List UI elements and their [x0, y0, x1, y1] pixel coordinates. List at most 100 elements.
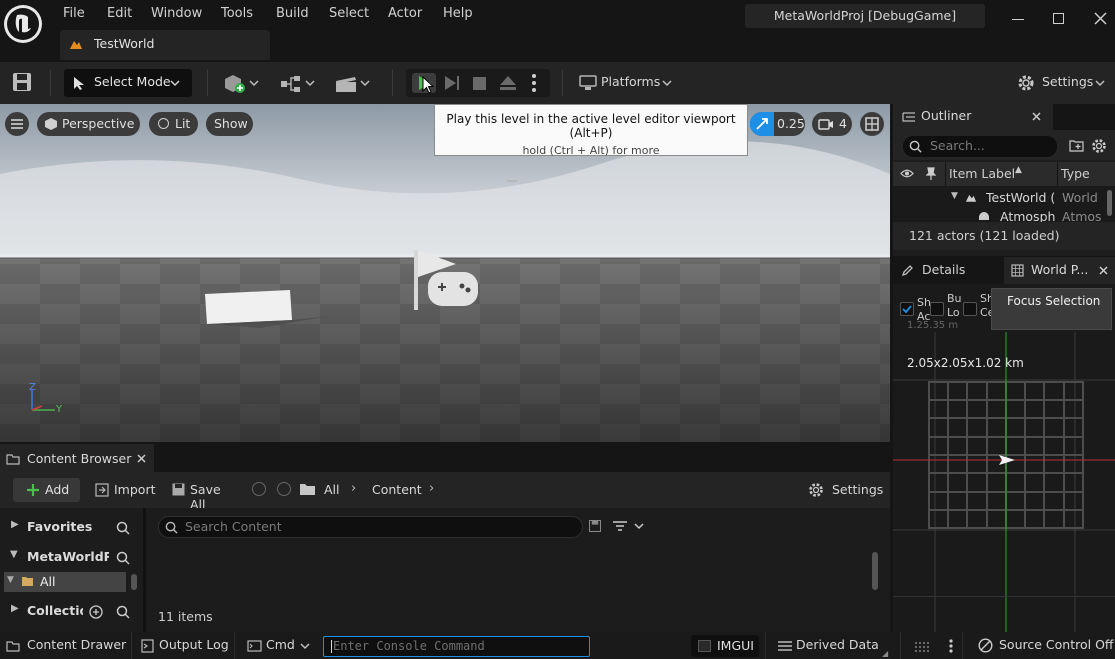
stop-icon[interactable] [473, 77, 486, 90]
back-icon[interactable] [252, 482, 266, 496]
folder-all-label: All [40, 574, 56, 589]
search-content-input[interactable]: Search Content [158, 516, 583, 538]
world-partition-editor[interactable]: Sh Ac Bu Lo Sh Ce 1.25.35 m Focus Select… [893, 284, 1115, 632]
outliner-row[interactable]: Atmosphe Atmos [893, 208, 1105, 222]
menu-file[interactable]: File [63, 6, 85, 21]
search-content-placeholder: Search Content [185, 519, 282, 534]
scale-snap-button[interactable]: 0.25 [750, 112, 805, 136]
filter-icon[interactable] [613, 521, 645, 531]
perspective-button[interactable]: Perspective [37, 112, 140, 136]
collections-section[interactable]: ▶ Collection [0, 598, 143, 624]
add-collection-icon[interactable] [89, 605, 103, 619]
maximize-icon[interactable] [1053, 13, 1064, 24]
favorites-section[interactable]: ▶ Favorites [0, 514, 143, 540]
cb-settings-button[interactable]: Settings [806, 478, 884, 502]
save-search-icon[interactable] [589, 520, 601, 532]
forward-icon[interactable] [277, 482, 291, 496]
sources-panel: ▶ Favorites ▼ MetaWorldPro ▼ All ▶ Colle… [0, 508, 146, 632]
outliner-tree: ▼ TestWorld (E World Atmosphe Atmos [893, 186, 1115, 222]
checkbox-label: Bu [947, 292, 962, 305]
menu-actor[interactable]: Actor [388, 6, 422, 21]
menu-tools[interactable]: Tools [221, 6, 253, 21]
unreal-logo-icon[interactable] [3, 4, 43, 44]
checkbox-bounds[interactable] [930, 302, 944, 316]
outliner-scrollbar[interactable] [1107, 190, 1112, 216]
viewport-layout-button[interactable] [860, 112, 884, 136]
details-tab-label: Details [922, 262, 966, 277]
add-button[interactable]: Add [13, 478, 80, 502]
import-button[interactable]: Import [92, 478, 156, 502]
focus-selection-button[interactable]: Focus Selection [991, 288, 1112, 330]
console-command-input[interactable]: Enter Console Command [323, 636, 590, 657]
select-mode-dropdown[interactable]: Select Mode [64, 69, 192, 97]
outliner-tab[interactable]: Outliner [893, 104, 1053, 130]
breadcrumb-chevron-icon[interactable]: › [429, 481, 434, 496]
close-icon[interactable] [1032, 112, 1041, 121]
scale-snap-value: 0.25 [777, 116, 805, 131]
add-actor-button[interactable] [222, 69, 262, 97]
outliner-row[interactable]: ▼ TestWorld (E World [893, 189, 1105, 207]
cinematics-button[interactable] [333, 69, 373, 97]
outliner-search-input[interactable]: Search... [903, 136, 1057, 157]
search-icon[interactable] [116, 521, 130, 535]
advance-frame-icon[interactable] [443, 73, 461, 93]
more-options-icon[interactable] [532, 74, 536, 92]
viewport-menu-button[interactable] [5, 112, 29, 136]
settings-dropdown[interactable]: Settings [1014, 69, 1110, 97]
camera-speed-button[interactable]: 4 [812, 112, 852, 136]
blueprint-button[interactable] [278, 69, 318, 97]
menu-select[interactable]: Select [329, 6, 369, 21]
checkbox-cells[interactable] [963, 302, 977, 316]
close-icon[interactable] [1099, 266, 1108, 275]
folder-all-item[interactable]: ▼ All [4, 572, 126, 592]
lit-icon [158, 118, 169, 129]
lit-button[interactable]: Lit [149, 112, 198, 136]
breadcrumb-content[interactable]: Content [372, 482, 422, 497]
level-tab[interactable]: TestWorld [60, 30, 270, 60]
chevron-down-icon [1095, 80, 1105, 87]
sources-scrollbar[interactable] [131, 574, 137, 590]
save-all-button[interactable]: Save All [170, 478, 240, 512]
statusbar-divider [131, 632, 132, 659]
folder-icon[interactable] [299, 483, 316, 496]
breadcrumb-all[interactable]: All [324, 482, 340, 497]
menu-build[interactable]: Build [276, 6, 309, 21]
show-button[interactable]: Show [206, 112, 253, 136]
source-control-button[interactable]: Source Control Off [970, 632, 1114, 659]
close-icon[interactable] [137, 454, 146, 463]
derived-data-button[interactable]: Derived Data [775, 632, 887, 659]
content-browser-tab[interactable]: Content Browser [0, 444, 154, 472]
world-partition-tab[interactable]: World P... [1004, 257, 1115, 284]
project-section[interactable]: ▼ MetaWorldPro [0, 544, 143, 570]
trace-icon[interactable] [914, 640, 930, 652]
asset-scrollbar[interactable] [872, 552, 878, 590]
source-control-label: Source Control Off [999, 637, 1114, 652]
output-log-button[interactable]: Output Log [138, 632, 230, 659]
gear-icon[interactable] [1091, 138, 1107, 154]
menu-help[interactable]: Help [443, 6, 473, 21]
save-icon[interactable] [12, 72, 32, 92]
content-drawer-button[interactable]: Content Drawer [0, 632, 127, 659]
eye-icon[interactable] [900, 168, 914, 179]
resize-grip-icon[interactable]: ◢ [882, 649, 888, 658]
minimize-icon[interactable] [1012, 19, 1024, 20]
search-icon[interactable] [116, 605, 130, 619]
menu-window[interactable]: Window [151, 6, 202, 21]
close-window-icon[interactable] [1094, 12, 1107, 25]
more-options-icon[interactable] [949, 639, 953, 653]
add-actor-icon [224, 74, 246, 94]
imgui-icon [698, 640, 711, 652]
checkbox-show-actors[interactable] [900, 302, 914, 316]
col-item-label[interactable]: Item Label [949, 166, 1015, 181]
content-browser-icon [6, 453, 20, 465]
col-type[interactable]: Type [1061, 166, 1090, 181]
cmd-dropdown[interactable]: Cmd [244, 632, 316, 659]
details-tab[interactable]: Details [893, 257, 1001, 284]
search-icon[interactable] [116, 551, 130, 565]
menu-edit[interactable]: Edit [107, 6, 132, 21]
new-folder-icon[interactable] [1069, 139, 1084, 152]
pin-icon[interactable] [926, 167, 936, 180]
eject-icon[interactable] [499, 75, 517, 91]
platforms-dropdown[interactable]: Platforms [576, 69, 676, 97]
imgui-button[interactable]: IMGUI [691, 635, 759, 657]
